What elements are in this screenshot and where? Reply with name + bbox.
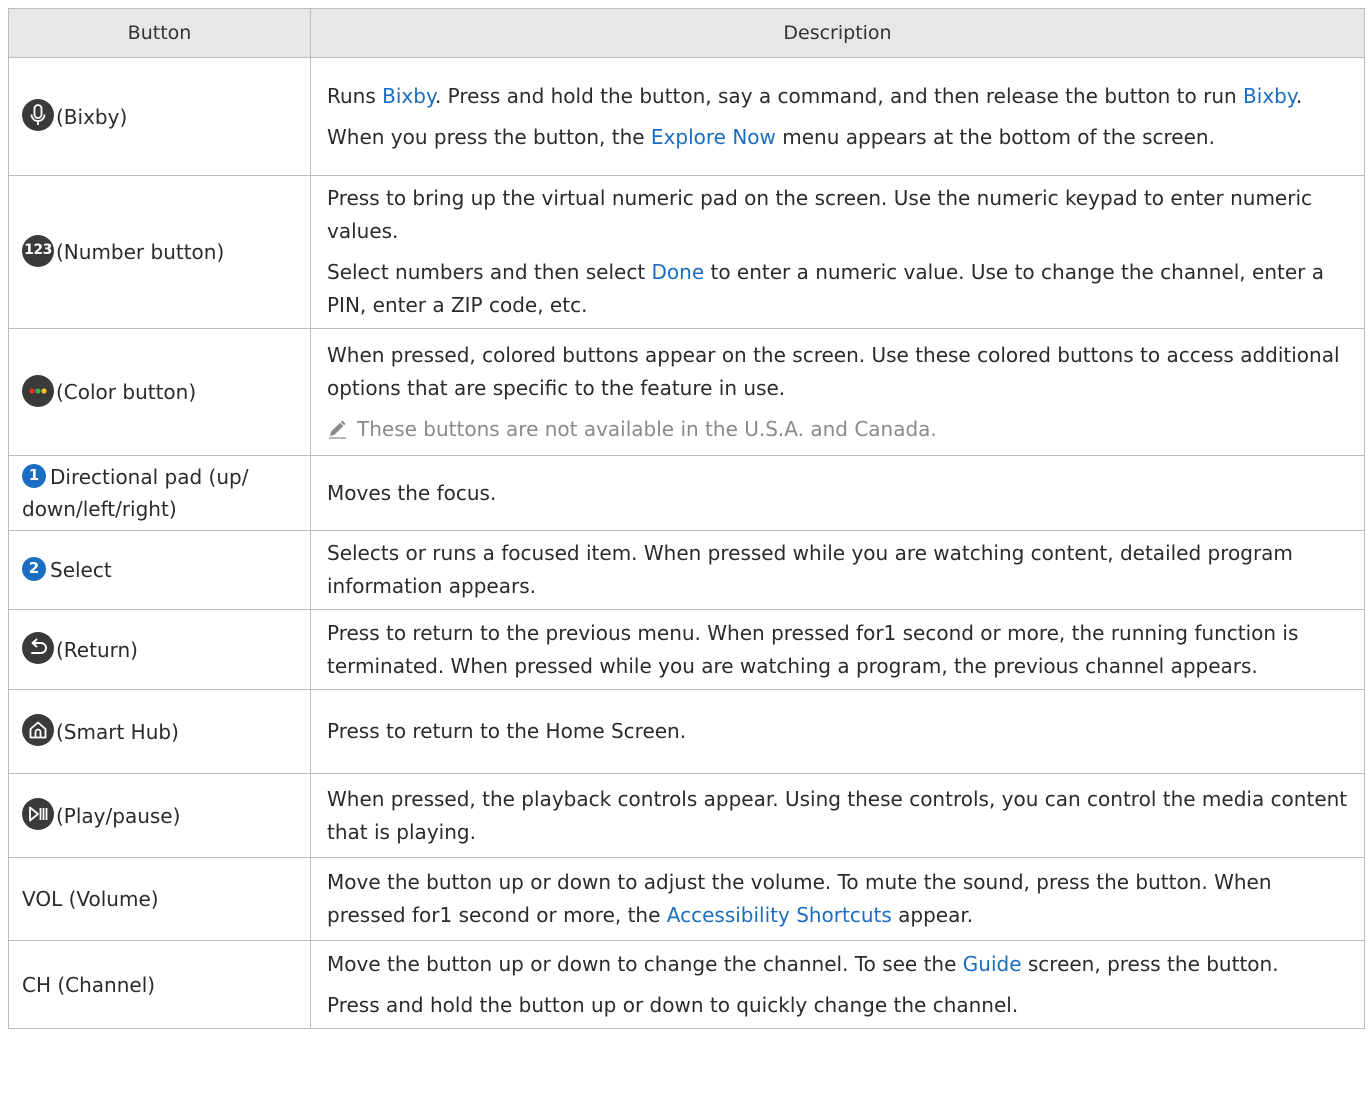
description-text: Press to return to the previous menu. Wh…	[327, 620, 1299, 678]
button-cell: (Color button)	[8, 328, 311, 456]
table-row: CH (Channel) Move the button up or down …	[8, 940, 1365, 1029]
button-cell: 1 Directional pad (up/ down/left/right)	[8, 455, 311, 531]
button-label: (Bixby)	[56, 104, 128, 129]
description-text: Move the button up or down to adjust the…	[327, 870, 1272, 927]
description-cell: When pressed, the playback controls appe…	[310, 773, 1365, 858]
table-row: 1 Directional pad (up/ down/left/right) M…	[8, 455, 1365, 531]
note-text: These buttons are not available in the U…	[357, 416, 937, 441]
note: These buttons are not available in the U…	[327, 413, 1348, 446]
description-text: Selects or runs a focused item. When pre…	[327, 541, 1293, 598]
button-label: VOL (Volume)	[22, 887, 159, 911]
button-label: (Smart Hub)	[56, 719, 179, 744]
remote-buttons-table: Button Description (Bixby) Runs Bixby. P…	[8, 8, 1365, 1029]
callout-badge-1: 1	[22, 463, 46, 488]
table-row: (Return) Press to return to the previous…	[8, 609, 1365, 690]
description-text: Press to bring up the virtual numeric pa…	[327, 186, 1313, 243]
button-label: (Color button)	[56, 380, 197, 404]
highlight-term: Bixby	[1243, 83, 1296, 108]
description-cell: Move the button up or down to change the…	[310, 940, 1365, 1029]
button-cell: (Smart Hub)	[8, 689, 311, 774]
description-cell: Selects or runs a focused item. When pre…	[310, 530, 1365, 610]
description-cell: Press to return to the previous menu. Wh…	[310, 609, 1365, 690]
description-text: When you press the button, the Explore N…	[327, 124, 1215, 149]
table-row: VOL (Volume) Move the button up or down …	[8, 857, 1365, 941]
description-text: Move the button up or down to change the…	[327, 951, 1279, 976]
description-text: Runs Bixby. Press and hold the button, s…	[327, 83, 1303, 108]
button-label: Select	[50, 558, 112, 582]
button-label: (Number button)	[56, 240, 225, 264]
highlight-term: Bixby	[382, 83, 435, 108]
home-icon	[22, 714, 54, 746]
description-cell: When pressed, colored buttons appear on …	[310, 328, 1365, 456]
button-cell: CH (Channel)	[8, 940, 311, 1029]
table-row: (Bixby) Runs Bixby. Press and hold the b…	[8, 57, 1365, 176]
table-row: (Play/pause) When pressed, the playback …	[8, 773, 1365, 858]
highlight-term: Guide	[962, 951, 1022, 976]
return-icon	[22, 632, 54, 664]
callout-badge-2: 2	[22, 556, 46, 581]
microphone-icon	[22, 99, 54, 131]
button-label: (Return)	[56, 637, 138, 662]
description-cell: Runs Bixby. Press and hold the button, s…	[310, 57, 1365, 176]
table-header-row: Button Description	[8, 8, 1365, 58]
description-text: Moves the focus.	[327, 480, 497, 505]
description-text: When pressed, the playback controls appe…	[327, 786, 1348, 844]
header-description: Description	[310, 8, 1365, 58]
description-text: Press and hold the button up or down to …	[327, 992, 1019, 1017]
description-text: Select numbers and then select Done to e…	[327, 260, 1324, 317]
button-cell: VOL (Volume)	[8, 857, 311, 941]
button-cell: 123 (Number button)	[8, 175, 311, 329]
button-label: (Play/pause)	[56, 803, 181, 828]
description-cell: Press to bring up the virtual numeric pa…	[310, 175, 1365, 329]
highlight-term: Explore Now	[650, 124, 776, 149]
table-row: (Smart Hub) Press to return to the Home …	[8, 689, 1365, 774]
table-row: 123 (Number button) Press to bring up the…	[8, 175, 1365, 329]
header-button: Button	[8, 8, 311, 58]
number-pad-icon: 123	[22, 234, 54, 267]
button-cell: (Bixby)	[8, 57, 311, 176]
play-pause-icon	[22, 798, 54, 830]
description-cell: Moves the focus.	[310, 455, 1365, 531]
button-cell: (Return)	[8, 609, 311, 690]
pencil-note-icon	[329, 420, 346, 439]
button-cell: 2 Select	[8, 530, 311, 610]
button-label: CH (Channel)	[22, 972, 156, 997]
button-label: Directional pad (up/ down/left/right)	[22, 465, 249, 521]
color-dots-icon	[22, 374, 54, 407]
table-row: 2 Select Selects or runs a focused item. …	[8, 530, 1365, 610]
button-cell: (Play/pause)	[8, 773, 311, 858]
description-text: Press to return to the Home Screen.	[327, 719, 687, 743]
description-cell: Move the button up or down to adjust the…	[310, 857, 1365, 941]
highlight-term: Accessibility Shortcuts	[666, 903, 892, 927]
description-text: When pressed, colored buttons appear on …	[327, 342, 1340, 400]
description-cell: Press to return to the Home Screen.	[310, 689, 1365, 774]
highlight-term: Done	[651, 260, 705, 284]
table-row: (Color button) When pressed, colored but…	[8, 328, 1365, 456]
